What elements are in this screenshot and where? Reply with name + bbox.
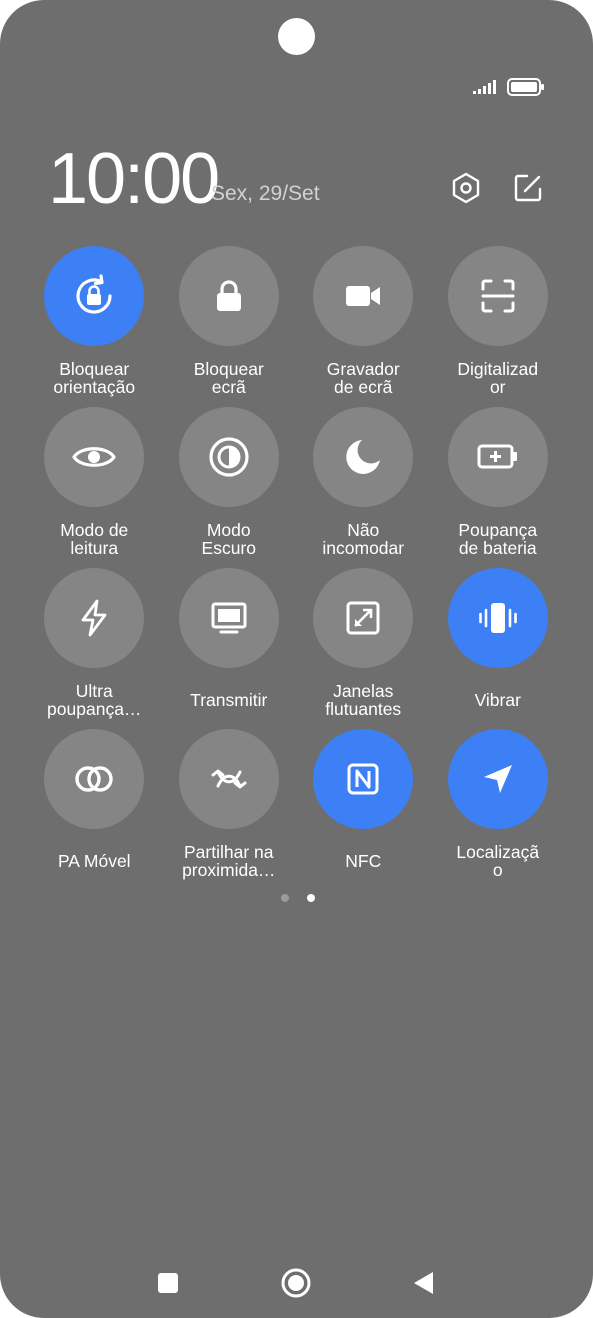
recents-button[interactable] xyxy=(143,1258,193,1308)
tile-ultra-saver[interactable]: Ultra poupança… xyxy=(27,568,162,729)
back-triangle-icon xyxy=(414,1272,433,1294)
back-button[interactable] xyxy=(399,1258,449,1308)
tile-button[interactable] xyxy=(44,246,145,346)
page-indicator xyxy=(281,894,315,902)
tile-nfc[interactable]: NFC xyxy=(296,729,431,890)
tile-button[interactable] xyxy=(44,407,145,507)
front-camera xyxy=(278,18,315,55)
tile-nearby-share[interactable]: Partilhar na proximida… xyxy=(162,729,297,890)
tile-rotation-lock[interactable]: Bloquear orientação xyxy=(27,246,162,407)
tile-label: Não incomodar xyxy=(322,520,405,558)
tile-label: Ultra poupança… xyxy=(47,681,142,719)
tile-label: Poupança de bateria xyxy=(458,520,538,558)
tile-dark-mode[interactable]: Modo Escuro xyxy=(162,407,297,568)
date: Sex, 29/Set xyxy=(211,182,320,205)
settings-button[interactable] xyxy=(448,170,484,206)
scanner-icon xyxy=(481,279,515,313)
tile-label: Localizaçã o xyxy=(456,842,540,880)
tile-label: Transmitir xyxy=(190,690,268,710)
nfc-icon xyxy=(347,763,379,795)
floating-window-icon xyxy=(346,601,380,635)
tile-scanner[interactable]: Digitalizad or xyxy=(431,246,566,407)
tile-label: Bloquear orientação xyxy=(53,359,136,397)
lightning-icon xyxy=(81,599,107,637)
tile-do-not-disturb[interactable]: Não incomodar xyxy=(296,407,431,568)
tile-location[interactable]: Localizaçã o xyxy=(431,729,566,890)
tile-label: Janelas flutuantes xyxy=(325,681,402,719)
edit-icon xyxy=(514,174,542,202)
settings-hexagon-icon xyxy=(452,172,480,204)
vibrate-icon xyxy=(478,603,517,633)
tile-reading-mode[interactable]: Modo de leitura xyxy=(27,407,162,568)
battery-saver-icon xyxy=(477,444,517,469)
tile-button[interactable] xyxy=(178,246,279,346)
tile-button[interactable] xyxy=(178,568,279,668)
tile-battery-saver[interactable]: Poupança de bateria xyxy=(431,407,566,568)
tile-button[interactable] xyxy=(447,246,548,346)
tile-button[interactable] xyxy=(447,568,548,668)
tile-button[interactable] xyxy=(178,729,279,829)
tile-mobile-hotspot[interactable]: PA Móvel xyxy=(27,729,162,890)
signal-bars-icon xyxy=(473,80,496,94)
eye-icon xyxy=(72,447,116,467)
status-bar xyxy=(473,78,545,96)
clock: 10:00 xyxy=(48,139,220,219)
page-dot[interactable] xyxy=(281,894,289,902)
nearby-share-icon xyxy=(211,769,247,789)
tile-vibrate[interactable]: Vibrar xyxy=(431,568,566,729)
navigation-bar xyxy=(0,1258,593,1308)
header: 10:00 Sex, 29/Set xyxy=(48,140,548,220)
tile-button[interactable] xyxy=(44,568,145,668)
tile-button[interactable] xyxy=(313,407,414,507)
home-circle-icon xyxy=(281,1268,311,1298)
tile-screen-recorder[interactable]: Gravador de ecrã xyxy=(296,246,431,407)
tile-button[interactable] xyxy=(313,246,414,346)
phone-screen: 10:00 Sex, 29/Set Bloquear orientação Bl… xyxy=(0,0,593,1318)
tile-label: Vibrar xyxy=(474,690,521,710)
lock-icon xyxy=(216,280,241,311)
tile-label: Partilhar na proximida… xyxy=(182,842,276,880)
tile-label: Modo de leitura xyxy=(60,520,129,558)
tile-button[interactable] xyxy=(447,407,548,507)
video-camera-icon xyxy=(346,286,381,306)
moon-icon xyxy=(346,440,381,474)
location-arrow-icon xyxy=(483,765,512,793)
recents-square-icon xyxy=(158,1273,178,1293)
page-dot-current[interactable] xyxy=(307,894,315,902)
tile-screen-lock[interactable]: Bloquear ecrã xyxy=(162,246,297,407)
home-button[interactable] xyxy=(271,1258,321,1308)
tile-label: Modo Escuro xyxy=(201,520,256,558)
tile-floating-windows[interactable]: Janelas flutuantes xyxy=(296,568,431,729)
hotspot-icon xyxy=(75,766,113,792)
tile-label: NFC xyxy=(345,851,382,871)
tile-button[interactable] xyxy=(313,568,414,668)
tile-button[interactable] xyxy=(447,729,548,829)
tile-cast[interactable]: Transmitir xyxy=(162,568,297,729)
tile-label: PA Móvel xyxy=(57,851,131,871)
tile-label: Digitalizad or xyxy=(457,359,539,397)
quick-settings-grid: Bloquear orientação Bloquear ecrã Gravad… xyxy=(27,246,566,890)
battery-icon xyxy=(507,78,544,96)
monitor-icon xyxy=(211,602,247,634)
edit-button[interactable] xyxy=(510,170,546,206)
tile-button[interactable] xyxy=(178,407,279,507)
tile-label: Gravador de ecrã xyxy=(326,359,400,397)
dark-mode-icon xyxy=(209,437,249,477)
tile-button[interactable] xyxy=(44,729,145,829)
tile-label: Bloquear ecrã xyxy=(193,359,264,397)
rotation-lock-icon xyxy=(76,274,112,314)
tile-button[interactable] xyxy=(313,729,414,829)
